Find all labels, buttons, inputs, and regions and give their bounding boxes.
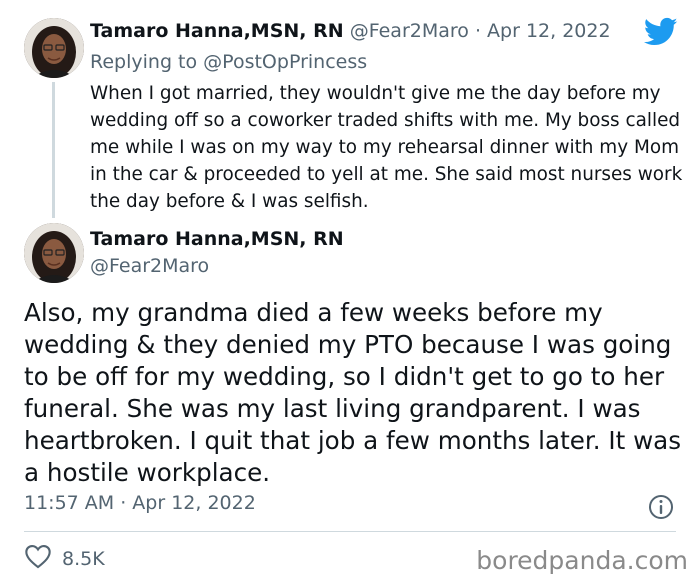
reply-author-name[interactable]: Tamaro Hanna,MSN, RN: [90, 20, 344, 42]
tweet-divider: [24, 531, 676, 532]
main-author-name[interactable]: Tamaro Hanna,MSN, RN: [90, 228, 344, 250]
thread-connector-line: [52, 82, 55, 218]
main-author-avatar[interactable]: [24, 223, 84, 283]
header-separator: ·: [474, 20, 481, 42]
main-author-handle[interactable]: @Fear2Maro: [90, 255, 209, 277]
main-tweet-timestamp[interactable]: 11:57 AM · Apr 12, 2022: [24, 492, 256, 514]
like-action[interactable]: 8.5K: [24, 543, 105, 574]
main-tweet-text: Also, my grandma died a few weeks before…: [24, 298, 682, 487]
reply-author-handle[interactable]: @Fear2Maro: [350, 20, 469, 42]
replying-to-line: Replying to @PostOpPrincess: [90, 51, 367, 73]
boredpanda-watermark: boredpanda.com: [476, 546, 688, 575]
reply-author-avatar[interactable]: [24, 18, 84, 78]
like-count: 8.5K: [62, 547, 105, 570]
heart-icon[interactable]: [24, 543, 52, 574]
reply-tweet-header: Tamaro Hanna,MSN, RN @Fear2Maro · Apr 12…: [90, 20, 611, 42]
reply-tweet-date[interactable]: Apr 12, 2022: [487, 20, 611, 42]
twitter-bird-icon: [643, 17, 678, 51]
replying-to-handle[interactable]: @PostOpPrincess: [203, 51, 367, 73]
replying-to-label: Replying to: [90, 51, 198, 73]
info-icon[interactable]: [648, 494, 674, 524]
reply-tweet-text: When I got married, they wouldn't give m…: [90, 83, 683, 212]
